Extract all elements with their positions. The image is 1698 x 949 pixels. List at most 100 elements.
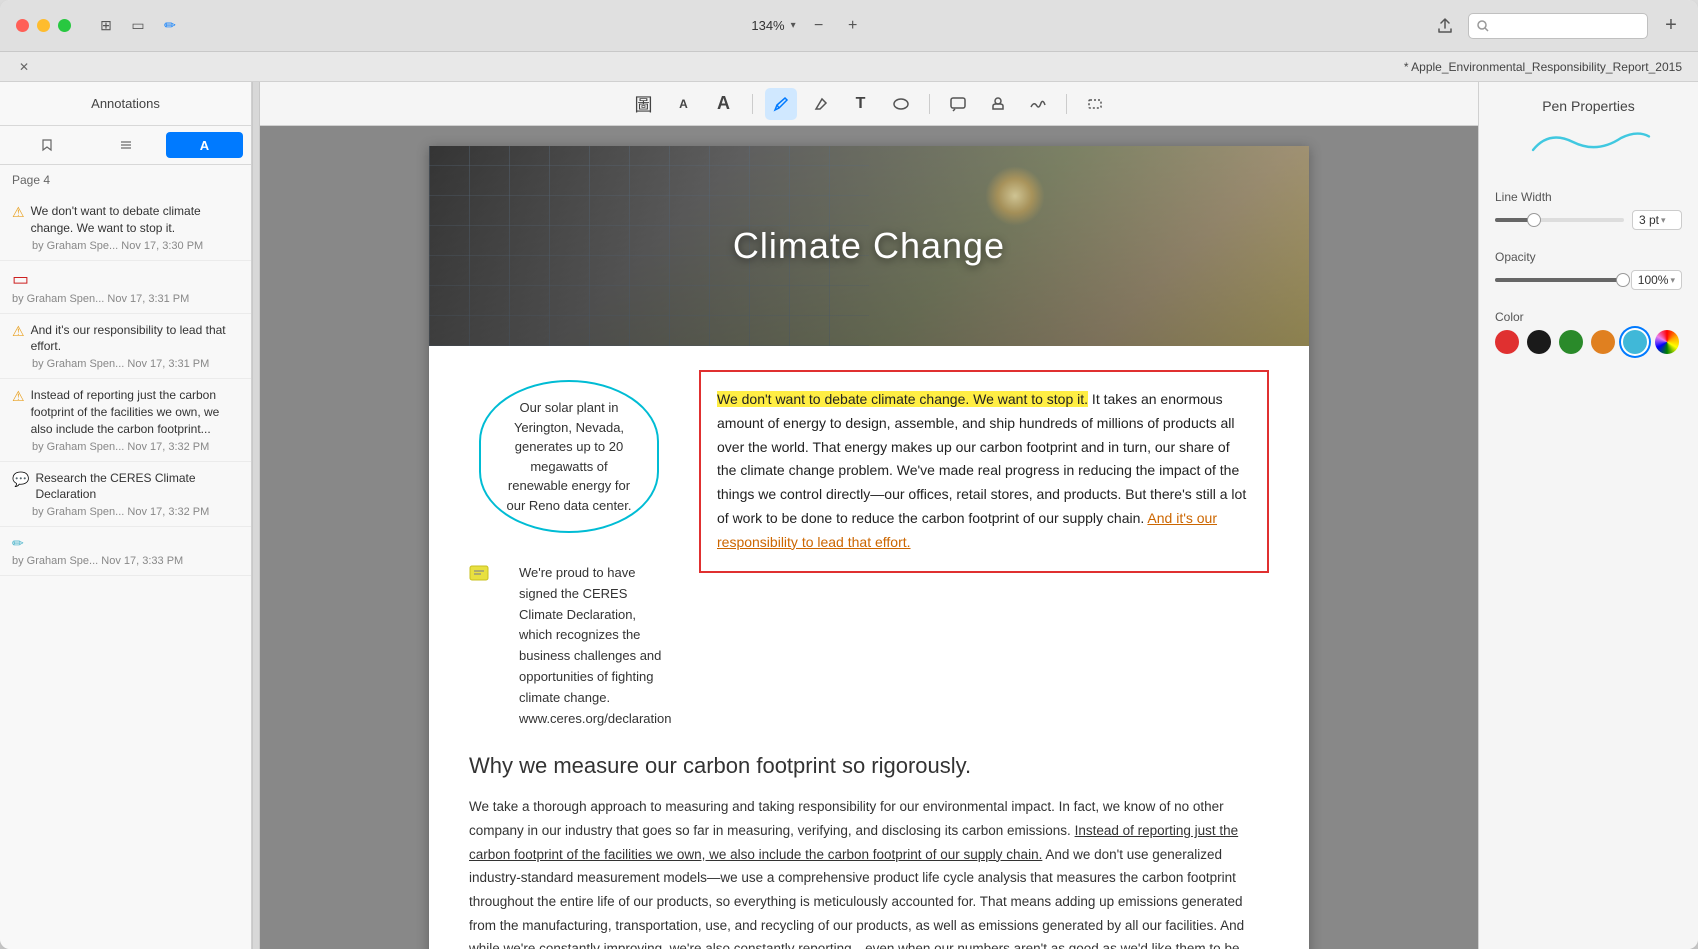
list-item[interactable]: 💬 Research the CERES Climate Declaration… — [0, 462, 251, 528]
search-input[interactable] — [1495, 19, 1615, 33]
right-panel-title: Pen Properties — [1495, 98, 1682, 114]
close-tab-icon[interactable]: ✕ — [16, 59, 32, 75]
section-2: Why we measure our carbon footprint so r… — [469, 753, 1269, 949]
line-width-row: 3 pt ▾ — [1495, 210, 1682, 230]
pen-icon[interactable]: ✏ — [159, 15, 181, 37]
signature-tool[interactable] — [1022, 88, 1054, 120]
hero-title: Climate Change — [733, 225, 1005, 267]
ceres-body: We're proud to have signed the CERES Cli… — [519, 565, 671, 726]
color-black[interactable] — [1527, 330, 1551, 354]
page-label: Page 4 — [0, 165, 251, 191]
opacity-control: Opacity 100% ▾ — [1495, 250, 1682, 290]
main-wrapper: 圖 A A T — [260, 82, 1478, 949]
line-width-control: Line Width 3 pt ▾ — [1495, 190, 1682, 230]
opacity-row: 100% ▾ — [1495, 270, 1682, 290]
right-panel-header: Pen Properties — [1495, 98, 1682, 170]
text-large-tool[interactable]: A — [708, 88, 740, 120]
list-item[interactable]: ⚠ Instead of reporting just the carbon f… — [0, 379, 251, 461]
highlight-box-body: It takes an enormous amount of energy to… — [717, 391, 1246, 526]
annotation-meta: by Graham Spen... Nov 17, 3:31 PM — [12, 358, 239, 370]
format-tool[interactable]: 圖 — [628, 88, 660, 120]
line-width-value[interactable]: 3 pt ▾ — [1632, 210, 1682, 230]
color-rainbow[interactable] — [1655, 330, 1679, 354]
eraser-tool[interactable] — [805, 88, 837, 120]
page-content: Our solar plant in Yerington, Nevada, ge… — [429, 346, 1309, 949]
warning-icon: ⚠ — [12, 323, 25, 340]
tool-divider — [752, 94, 753, 114]
panel-header: Annotations — [0, 82, 251, 126]
search-box[interactable] — [1468, 13, 1648, 39]
hero-image: Climate Change — [429, 146, 1309, 346]
warning-icon: ⚠ — [12, 204, 25, 221]
share-icon[interactable] — [1434, 15, 1456, 37]
color-cyan[interactable] — [1623, 330, 1647, 354]
annotation-meta: by Graham Spe... Nov 17, 3:33 PM — [12, 555, 239, 567]
tab-annotations[interactable]: A — [166, 132, 243, 158]
line-width-slider[interactable] — [1495, 218, 1624, 222]
zoom-control: 134% ▾ — [751, 18, 795, 33]
opacity-value[interactable]: 100% ▾ — [1631, 270, 1682, 290]
document-title: * Apple_Environmental_Responsibility_Rep… — [1404, 60, 1682, 74]
color-green[interactable] — [1559, 330, 1583, 354]
toolbar: 圖 A A T — [260, 82, 1478, 126]
annotation-text: Research the CERES Climate Declaration — [35, 470, 239, 504]
text-small-tool[interactable]: A — [668, 88, 700, 120]
rect-icon: ▭ — [12, 269, 29, 290]
rectangle-tool[interactable] — [1079, 88, 1111, 120]
list-item[interactable]: ▭ by Graham Spen... Nov 17, 3:31 PM — [0, 261, 251, 314]
dropdown-chevron: ▾ — [1670, 275, 1675, 286]
document-page: Climate Change Our solar plant in Yering… — [429, 146, 1309, 949]
pen-curve-preview — [1509, 122, 1669, 162]
ceres-icon-col — [469, 563, 499, 729]
speech-bubble: Our solar plant in Yerington, Nevada, ge… — [479, 380, 659, 533]
tab-bookmarks[interactable] — [8, 132, 85, 158]
close-button[interactable] — [16, 19, 29, 32]
main-area: Climate Change Our solar plant in Yering… — [260, 126, 1478, 949]
zoom-out-button[interactable]: − — [808, 15, 830, 37]
main-content: Annotations A Page 4 ⚠ We don't want to … — [0, 82, 1698, 949]
annotation-meta: by Graham Spe... Nov 17, 3:30 PM — [12, 240, 239, 252]
comment-icon: 💬 — [12, 471, 29, 488]
ceres-text: We're proud to have signed the CERES Cli… — [519, 563, 671, 729]
titlebar: ⊞ ▭ ✏ 134% ▾ − + + — [0, 0, 1698, 52]
bookmark-icon — [40, 138, 54, 152]
color-red[interactable] — [1495, 330, 1519, 354]
opacity-slider[interactable] — [1495, 278, 1623, 282]
list-item[interactable]: ⚠ And it's our responsibility to lead th… — [0, 314, 251, 380]
titlebar-center: 134% ▾ − + — [189, 15, 1426, 37]
sidebar-icon[interactable]: ▭ — [127, 15, 149, 37]
tool-divider-2 — [929, 94, 930, 114]
color-swatches — [1495, 330, 1682, 354]
fullscreen-button[interactable] — [58, 19, 71, 32]
document-container[interactable]: Climate Change Our solar plant in Yering… — [260, 126, 1478, 949]
list-item[interactable]: ⚠ We don't want to debate climate change… — [0, 195, 251, 261]
panel-tabs: A — [0, 126, 251, 165]
grid-icon[interactable]: ⊞ — [95, 15, 117, 37]
tab-outline[interactable] — [87, 132, 164, 158]
text-tool[interactable]: T — [845, 88, 877, 120]
comment-badge-icon — [469, 565, 489, 585]
zoom-dropdown-icon[interactable]: ▾ — [791, 20, 796, 31]
color-control: Color — [1495, 310, 1682, 354]
highlight-box: We don't want to debate climate change. … — [699, 370, 1269, 573]
annotation-meta: by Graham Spen... Nov 17, 3:32 PM — [12, 506, 239, 518]
body-text: We take a thorough approach to measuring… — [469, 795, 1269, 949]
zoom-in-button[interactable]: + — [842, 15, 864, 37]
minimize-button[interactable] — [37, 19, 50, 32]
zoom-level[interactable]: 134% — [751, 18, 784, 33]
color-orange[interactable] — [1591, 330, 1615, 354]
annotation-meta: by Graham Spen... Nov 17, 3:32 PM — [12, 441, 239, 453]
comment-tool[interactable] — [942, 88, 974, 120]
pen-tool[interactable] — [765, 88, 797, 120]
content-columns: Our solar plant in Yerington, Nevada, ge… — [469, 370, 1269, 729]
section-title: Why we measure our carbon footprint so r… — [469, 753, 1269, 779]
speech-bubble-text: Our solar plant in Yerington, Nevada, ge… — [506, 400, 631, 513]
scroll-divider — [252, 82, 260, 949]
add-button[interactable]: + — [1660, 15, 1682, 37]
lasso-tool[interactable] — [885, 88, 917, 120]
titlebar-icons: ⊞ ▭ ✏ — [95, 15, 181, 37]
opacity-label: Opacity — [1495, 250, 1682, 264]
stamp-tool[interactable] — [982, 88, 1014, 120]
dropdown-chevron: ▾ — [1661, 215, 1666, 226]
list-item[interactable]: ✏ by Graham Spe... Nov 17, 3:33 PM — [0, 527, 251, 576]
